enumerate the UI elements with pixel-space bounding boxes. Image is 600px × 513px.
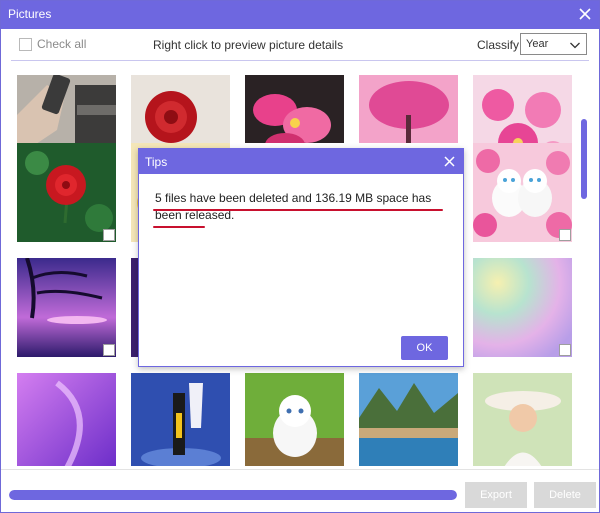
picture-checkbox[interactable]: [103, 229, 115, 241]
toolbar: Check all Right click to preview picture…: [1, 29, 599, 61]
progress-fill: [9, 490, 457, 500]
classify-select[interactable]: Year: [520, 33, 587, 55]
export-button[interactable]: Export: [465, 482, 527, 508]
classify-label: Classify:: [477, 38, 523, 52]
scrollbar-thumb[interactable]: [581, 119, 587, 199]
annotation-underline: [153, 226, 205, 228]
tips-dialog: Tips 5 files have been deleted and 136.1…: [138, 148, 464, 367]
picture-thumbnail[interactable]: [473, 373, 572, 466]
window-title: Pictures: [8, 7, 52, 21]
dialog-title-bar: Tips: [139, 149, 463, 174]
footer-divider: [1, 469, 599, 470]
dialog-message: 5 files have been deleted and 136.19 MB …: [155, 191, 432, 222]
close-icon[interactable]: [442, 154, 457, 169]
picture-thumbnail[interactable]: [245, 373, 344, 466]
picture-thumbnail[interactable]: [17, 258, 116, 357]
check-all-control[interactable]: Check all: [19, 37, 86, 51]
picture-thumbnail[interactable]: [359, 373, 458, 466]
picture-thumbnail[interactable]: [17, 373, 116, 466]
picture-thumbnail[interactable]: [17, 143, 116, 242]
title-bar: Pictures: [1, 1, 599, 29]
progress-bar: [9, 490, 457, 500]
check-all-label: Check all: [37, 37, 87, 51]
picture-thumbnail[interactable]: [473, 143, 572, 242]
ok-button[interactable]: OK: [401, 336, 448, 360]
picture-checkbox[interactable]: [559, 229, 571, 241]
annotation-underline: [153, 209, 443, 211]
dialog-title: Tips: [145, 155, 168, 169]
picture-checkbox[interactable]: [559, 344, 571, 356]
chevron-down-icon: [570, 42, 580, 49]
picture-thumbnail[interactable]: [131, 373, 230, 466]
close-icon[interactable]: [577, 6, 593, 22]
preview-hint: Right click to preview picture details: [153, 38, 344, 52]
picture-thumbnail[interactable]: [473, 258, 572, 357]
classify-value: Year: [526, 38, 549, 50]
picture-checkbox[interactable]: [103, 344, 115, 356]
vertical-scrollbar[interactable]: [578, 71, 591, 461]
check-all-checkbox[interactable]: [19, 37, 32, 51]
pictures-window: Pictures Check all Right click to previe…: [0, 0, 600, 513]
delete-button[interactable]: Delete: [534, 482, 596, 508]
